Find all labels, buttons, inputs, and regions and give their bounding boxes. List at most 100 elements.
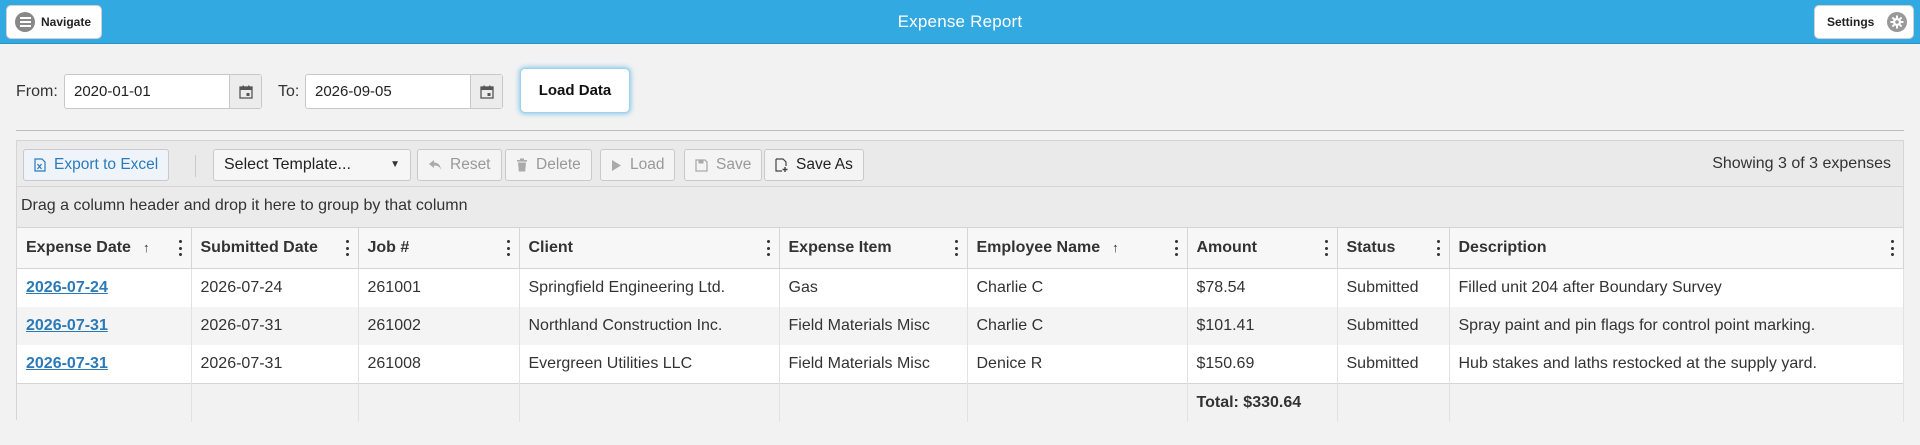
- to-date-picker[interactable]: [305, 74, 503, 109]
- column-menu-icon[interactable]: [1437, 240, 1441, 256]
- excel-icon: [34, 158, 46, 172]
- toolbar-separator: [195, 155, 196, 177]
- column-header-submitted-date[interactable]: Submitted Date: [191, 228, 359, 269]
- calendar-icon[interactable]: [229, 75, 261, 108]
- expense-date-link[interactable]: 2026-07-24: [26, 279, 108, 296]
- employee-cell: Denice R: [967, 345, 1188, 384]
- settings-button[interactable]: Settings: [1814, 5, 1914, 39]
- column-menu-icon[interactable]: [767, 240, 771, 256]
- table-row[interactable]: 2026-07-31 2026-07-31 261002 Northland C…: [17, 306, 1904, 345]
- amount-cell: $78.54: [1187, 268, 1338, 307]
- navigate-button[interactable]: Navigate: [6, 5, 102, 39]
- status-cell: Submitted: [1337, 345, 1450, 384]
- expense-item-cell: Field Materials Misc: [779, 306, 968, 345]
- sort-ascending-icon[interactable]: ↑: [1112, 240, 1119, 255]
- column-menu-icon[interactable]: [955, 240, 959, 256]
- template-select[interactable]: Select Template... ▼: [213, 149, 411, 181]
- client-cell: Northland Construction Inc.: [519, 306, 780, 345]
- divider: [16, 130, 1904, 131]
- expense-table: Expense Date ↑ Submitted Date Job # Clien…: [17, 228, 1904, 422]
- column-menu-icon[interactable]: [346, 240, 350, 256]
- column-header-label: Submitted Date: [200, 238, 318, 256]
- description-cell: Filled unit 204 after Boundary Survey: [1449, 268, 1904, 307]
- top-bar: Expense Report Navigate Settings: [0, 0, 1920, 44]
- trash-icon: [517, 158, 527, 172]
- column-menu-icon[interactable]: [1325, 240, 1329, 256]
- column-menu-icon[interactable]: [179, 240, 183, 256]
- group-by-panel[interactable]: Drag a column header and drop it here to…: [17, 187, 1903, 228]
- column-header-expense-item[interactable]: Expense Item: [779, 228, 968, 269]
- gear-icon: [1887, 12, 1907, 32]
- load-template-button[interactable]: Load: [600, 149, 676, 181]
- description-cell: Spray paint and pin flags for control po…: [1449, 306, 1904, 345]
- footer-cell: [191, 383, 359, 422]
- column-header-employee-name[interactable]: Employee Name ↑: [967, 228, 1188, 269]
- column-menu-icon[interactable]: [1891, 240, 1895, 256]
- expense-date-cell[interactable]: 2026-07-31: [17, 345, 192, 384]
- settings-label: Settings: [1827, 15, 1875, 29]
- record-count: Showing 3 of 3 expenses: [1712, 155, 1891, 172]
- column-header-description[interactable]: Description: [1449, 228, 1904, 269]
- footer-cell: [1449, 383, 1904, 422]
- footer-cell: [17, 383, 192, 422]
- expense-date-cell[interactable]: 2026-07-24: [17, 268, 192, 307]
- column-header-amount[interactable]: Amount: [1187, 228, 1338, 269]
- job-cell: 261001: [358, 268, 520, 307]
- column-header-label: Amount: [1196, 238, 1257, 256]
- job-cell: 261008: [358, 345, 520, 384]
- employee-cell: Charlie C: [967, 306, 1188, 345]
- chevron-down-icon: ▼: [390, 159, 400, 170]
- table-row[interactable]: 2026-07-24 2026-07-24 261001 Springfield…: [17, 268, 1904, 307]
- sort-ascending-icon[interactable]: ↑: [143, 240, 150, 255]
- column-menu-icon[interactable]: [507, 240, 511, 256]
- from-label: From:: [16, 83, 58, 100]
- expense-date-link[interactable]: 2026-07-31: [26, 355, 108, 372]
- page-title: Expense Report: [897, 12, 1023, 31]
- footer-row: Total: $330.64: [17, 383, 1904, 422]
- grid-toolbar: Export to Excel Select Template... ▼ Res…: [17, 141, 1903, 187]
- column-header-label: Description: [1458, 238, 1547, 256]
- delete-button[interactable]: Delete: [505, 149, 592, 181]
- column-header-label: Expense Item: [788, 238, 892, 256]
- save-as-button[interactable]: Save As: [764, 149, 864, 181]
- client-cell: Evergreen Utilities LLC: [519, 345, 780, 384]
- from-date-input[interactable]: [65, 75, 229, 108]
- reset-button[interactable]: Reset: [417, 149, 502, 181]
- export-excel-label: Export to Excel: [54, 156, 159, 173]
- save-as-label: Save As: [796, 156, 853, 173]
- column-header-label: Status: [1346, 238, 1396, 256]
- expense-date-cell[interactable]: 2026-07-31: [17, 306, 192, 345]
- reset-label: Reset: [450, 156, 491, 173]
- to-date-input[interactable]: [306, 75, 470, 108]
- submitted-date-cell: 2026-07-31: [191, 345, 359, 384]
- play-icon: [612, 159, 621, 171]
- save-button[interactable]: Save: [684, 149, 763, 181]
- column-header-expense-date[interactable]: Expense Date ↑: [17, 228, 192, 269]
- navigate-label: Navigate: [41, 15, 92, 29]
- template-select-value: Select Template...: [224, 156, 351, 173]
- load-data-button[interactable]: Load Data: [520, 68, 630, 113]
- column-menu-icon[interactable]: [1175, 240, 1179, 256]
- status-cell: Submitted: [1337, 268, 1450, 307]
- submitted-date-cell: 2026-07-31: [191, 306, 359, 345]
- status-cell: Submitted: [1337, 306, 1450, 345]
- expense-item-cell: Field Materials Misc: [779, 345, 968, 384]
- column-header-label: Job #: [367, 238, 410, 256]
- amount-cell: $101.41: [1187, 306, 1338, 345]
- from-date-picker[interactable]: [64, 74, 262, 109]
- employee-cell: Charlie C: [967, 268, 1188, 307]
- calendar-icon[interactable]: [470, 75, 502, 108]
- table-row[interactable]: 2026-07-31 2026-07-31 261008 Evergreen U…: [17, 345, 1904, 384]
- expense-date-link[interactable]: 2026-07-31: [26, 317, 108, 334]
- export-excel-button[interactable]: Export to Excel: [23, 149, 170, 181]
- save-as-icon: [775, 158, 788, 172]
- footer-cell: [1337, 383, 1450, 422]
- column-header-client[interactable]: Client: [519, 228, 780, 269]
- footer-cell: [779, 383, 968, 422]
- column-header-job[interactable]: Job #: [358, 228, 520, 269]
- column-header-label: Employee Name: [976, 238, 1101, 256]
- amount-total: Total: $330.64: [1187, 383, 1338, 422]
- expense-grid: Export to Excel Select Template... ▼ Res…: [16, 140, 1904, 422]
- footer-cell: [967, 383, 1188, 422]
- column-header-status[interactable]: Status: [1337, 228, 1450, 269]
